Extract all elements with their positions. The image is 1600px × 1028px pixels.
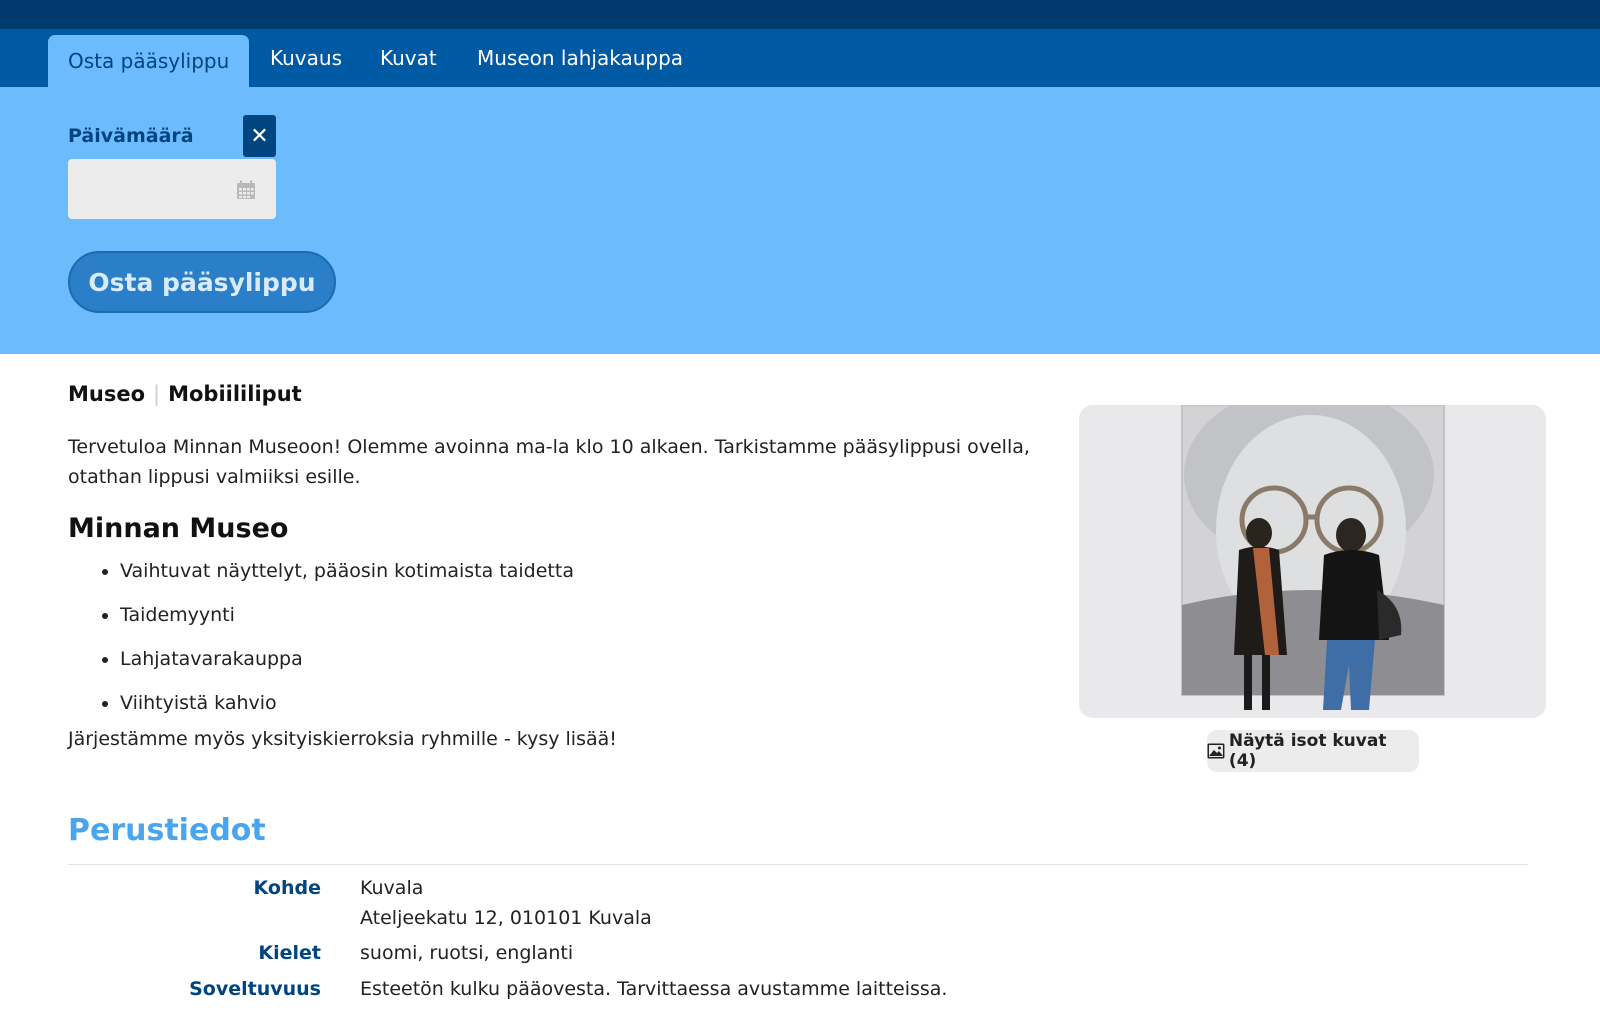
tab-images[interactable]: Kuvat: [380, 29, 437, 87]
info-label-kohde: Kohde: [253, 877, 321, 899]
info-value-location: Kuvala: [360, 877, 424, 899]
tours-text: Järjestämme myös yksityiskierroksia ryhm…: [68, 728, 617, 750]
image-icon: [1207, 743, 1225, 759]
intro-text: Tervetuloa Minnan Museoon! Olemme avoinn…: [68, 436, 1030, 488]
list-item: Lahjatavarakauppa: [120, 644, 574, 688]
breadcrumb-mobile-tickets[interactable]: Mobiililiput: [168, 382, 302, 406]
basic-info-title: Perustiedot: [68, 813, 266, 848]
close-icon: ✕: [250, 123, 269, 149]
list-item: Taidemyynti: [120, 600, 574, 644]
tab-bar: Osta pääsylippu Kuvaus Kuvat Museon lahj…: [0, 29, 1600, 87]
breadcrumb-separator: |: [153, 382, 161, 406]
museum-title: Minnan Museo: [68, 513, 289, 544]
info-value-kohde: Kuvala Ateljeekatu 12, 010101 Kuvala: [360, 873, 652, 933]
breadcrumb-museum[interactable]: Museo: [68, 382, 145, 406]
date-label: Päivämäärä: [68, 125, 194, 147]
breadcrumb: Museo | Mobiililiput: [68, 382, 302, 406]
list-item: Viihtyistä kahvio: [120, 688, 574, 732]
show-large-images-label: Näytä isot kuvat (4): [1228, 731, 1387, 771]
tab-gift-shop[interactable]: Museon lahjakauppa: [477, 29, 683, 87]
info-value-kielet: suomi, ruotsi, englanti: [360, 942, 574, 964]
divider: [68, 864, 1528, 865]
clear-date-button[interactable]: ✕: [243, 115, 276, 157]
booking-panel: Päivämäärä ✕ Osta pääsylippu: [0, 87, 1600, 354]
main-content: Museo | Mobiililiput Tervetuloa Minnan Mus…: [0, 354, 1600, 1028]
info-label-kielet: Kielet: [258, 942, 321, 964]
show-large-images-button[interactable]: Näytä isot kuvat (4): [1207, 730, 1419, 772]
calendar-icon[interactable]: [236, 180, 256, 200]
info-value-soveltuvuus: Esteetön kulku pääovesta. Tarvittaessa a…: [360, 978, 948, 1000]
info-value-address: Ateljeekatu 12, 010101 Kuvala: [360, 907, 652, 929]
tab-buy-ticket[interactable]: Osta pääsylippu: [48, 35, 250, 87]
info-label-soveltuvuus: Soveltuvuus: [189, 978, 321, 1000]
gallery-image: [1079, 405, 1546, 718]
museum-photo[interactable]: [1079, 405, 1546, 718]
top-bar: [0, 0, 1600, 29]
feature-list: Vaihtuvat näyttelyt, pääosin kotimaista …: [68, 556, 574, 732]
list-item: Vaihtuvat näyttelyt, pääosin kotimaista …: [120, 556, 574, 600]
buy-ticket-button[interactable]: Osta pääsylippu: [68, 251, 336, 313]
tab-description[interactable]: Kuvaus: [270, 29, 342, 87]
